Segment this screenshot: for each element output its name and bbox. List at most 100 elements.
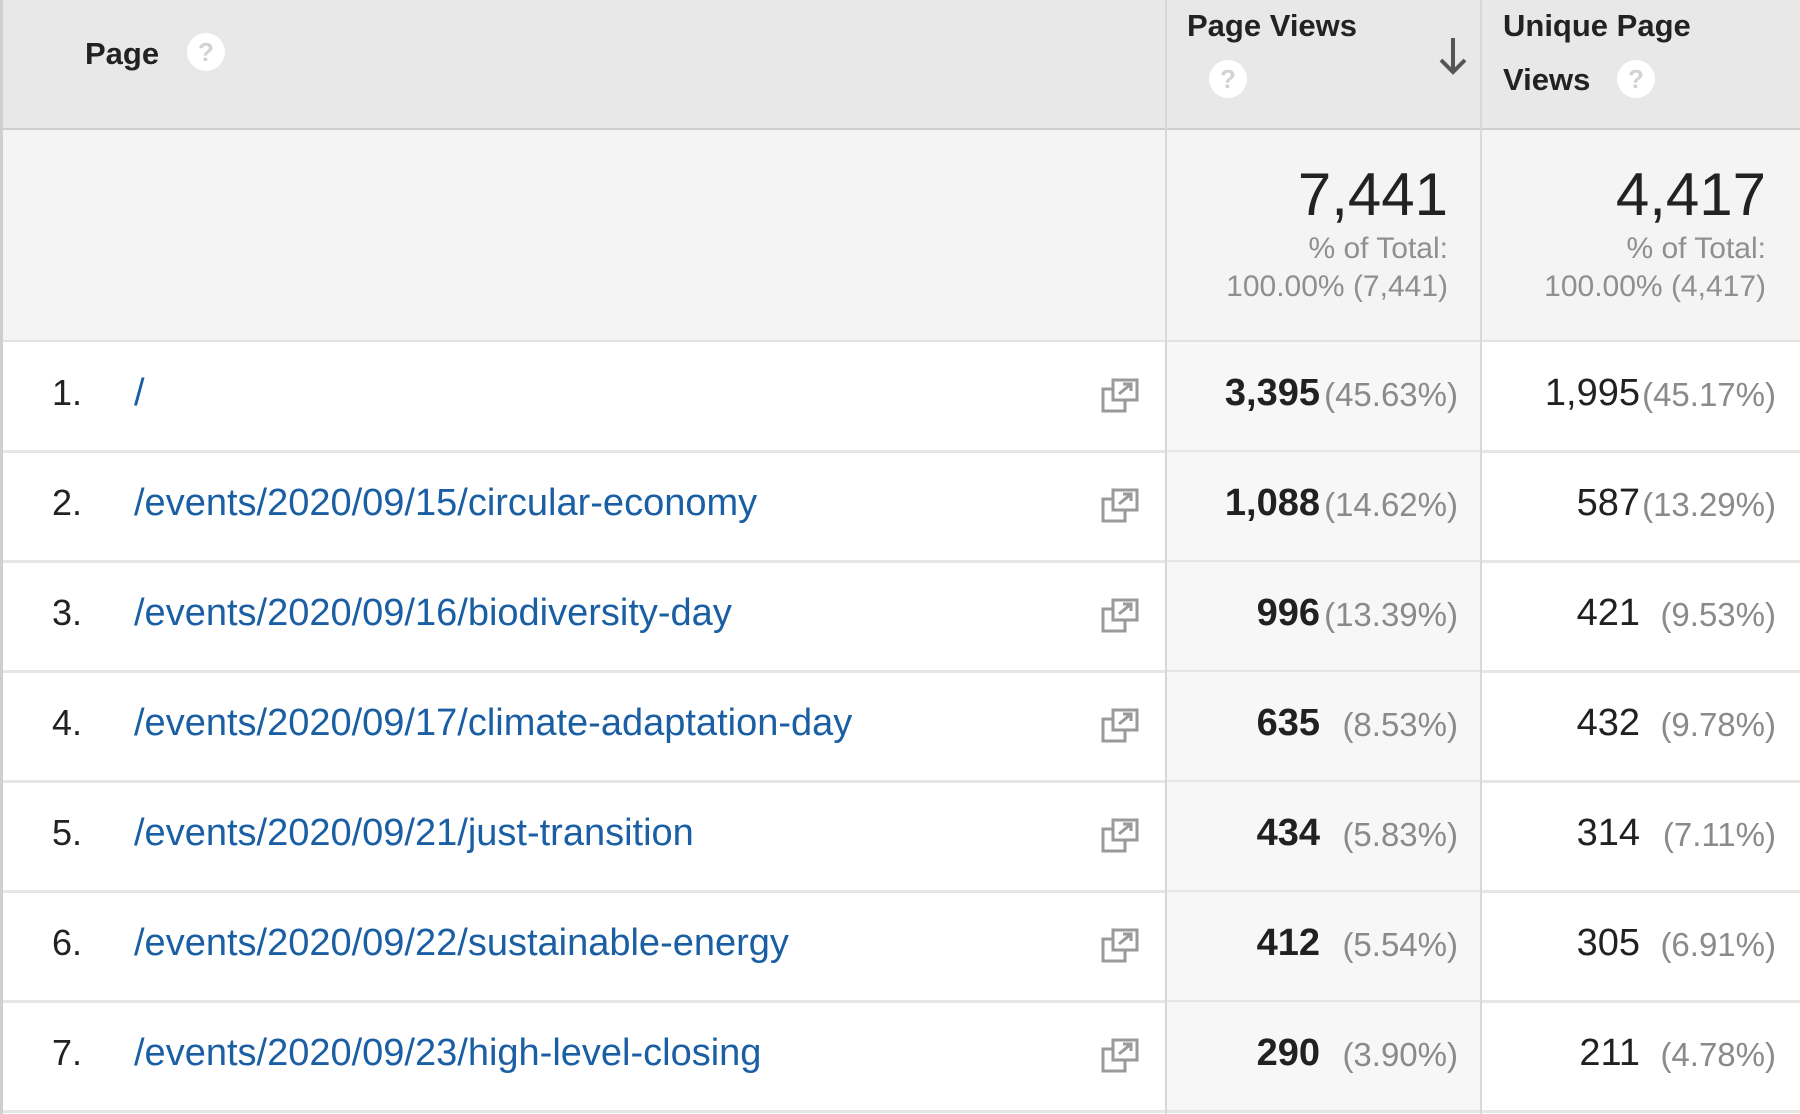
row-number: 3. — [52, 592, 83, 633]
page-cell: 1. / — [0, 342, 1165, 450]
page-link[interactable]: /events/2020/09/21/just-transition — [134, 812, 694, 855]
unique-page-views-cell: 587 (13.29%) — [1481, 452, 1800, 560]
header-unique-page-views-label-line2: Views — [1503, 62, 1591, 97]
page-link[interactable]: /events/2020/09/16/biodiversity-day — [134, 592, 732, 635]
page-views-value: 3,395 — [1224, 372, 1320, 414]
page-views-value: 434 — [1256, 812, 1320, 854]
page-views-value: 290 — [1256, 1032, 1320, 1074]
header-page-label: Page — [85, 36, 160, 71]
table-row: 1. / 3,395 (45.63%) 1,995 (45.17%) — [0, 342, 1800, 453]
unique-page-views-value: 432 — [1576, 702, 1640, 744]
total-unique-page-views-share-value: 100.00% (4,417) — [1544, 270, 1766, 303]
page-link[interactable]: /events/2020/09/15/circular-economy — [134, 482, 757, 525]
page-cell: 7. /events/2020/09/23/high-level-closing — [0, 1002, 1165, 1110]
open-in-new-window-icon[interactable] — [1100, 376, 1140, 416]
row-number: 5. — [52, 812, 83, 853]
total-page-views-share-label: % of Total: — [1308, 232, 1448, 265]
unique-page-views-cell: 421 (9.53%) — [1481, 562, 1800, 670]
page-views-percent: (5.83%) — [1342, 816, 1458, 853]
page-link[interactable]: /events/2020/09/17/climate-adaptation-da… — [134, 702, 852, 745]
unique-page-views-percent: (7.11%) — [1662, 816, 1776, 853]
page-views-cell: 1,088 (14.62%) — [1166, 452, 1480, 560]
unique-page-views-value: 211 — [1579, 1032, 1640, 1074]
unique-page-views-percent: (13.29%) — [1642, 486, 1776, 523]
total-unique-page-views-value: 4,417 — [1615, 161, 1766, 228]
unique-page-views-percent: (4.78%) — [1660, 1036, 1776, 1073]
unique-page-views-percent: (9.78%) — [1660, 706, 1776, 743]
page-views-percent: (13.39%) — [1324, 596, 1458, 633]
page-views-percent: (8.53%) — [1342, 706, 1458, 743]
table-row: 5. /events/2020/09/21/just-transition 43… — [0, 782, 1800, 893]
page-link[interactable]: /events/2020/09/22/sustainable-energy — [134, 922, 789, 965]
page-cell: 4. /events/2020/09/17/climate-adaptation… — [0, 672, 1165, 780]
page-views-value: 996 — [1256, 592, 1320, 634]
open-in-new-window-icon[interactable] — [1100, 926, 1140, 966]
total-unique-page-views-share: % of Total: 100.00% (4,417) — [1544, 230, 1766, 306]
table-left-border — [0, 0, 3, 1114]
page-views-cell: 290 (3.90%) — [1166, 1002, 1480, 1110]
unique-page-views-value: 314 — [1576, 812, 1640, 854]
page-views-cell: 635 (8.53%) — [1166, 672, 1480, 780]
totals-page-cell — [0, 130, 1165, 340]
page-views-percent: (14.62%) — [1324, 486, 1458, 523]
help-icon[interactable]: ? — [1209, 60, 1247, 98]
unique-page-views-percent: (9.53%) — [1660, 596, 1776, 633]
table-row: 3. /events/2020/09/16/biodiversity-day 9… — [0, 562, 1800, 673]
page-views-percent: (45.63%) — [1324, 376, 1458, 413]
totals-unique-page-views: 4,417 % of Total: 100.00% (4,417) — [1481, 130, 1800, 340]
unique-page-views-value: 587 — [1576, 482, 1640, 524]
page-cell: 6. /events/2020/09/22/sustainable-energy — [0, 892, 1165, 1000]
page-views-cell: 434 (5.83%) — [1166, 782, 1480, 890]
table-row: 4. /events/2020/09/17/climate-adaptation… — [0, 672, 1800, 783]
row-number: 2. — [52, 482, 83, 523]
open-in-new-window-icon[interactable] — [1100, 596, 1140, 636]
unique-page-views-percent: (6.91%) — [1660, 926, 1776, 963]
page-views-cell: 412 (5.54%) — [1166, 892, 1480, 1000]
header-page[interactable]: Page ? — [0, 0, 1165, 128]
total-unique-page-views-share-label: % of Total: — [1626, 232, 1766, 265]
page-views-percent: (5.54%) — [1342, 926, 1458, 963]
page-cell: 3. /events/2020/09/16/biodiversity-day — [0, 562, 1165, 670]
unique-page-views-cell: 211 (4.78%) — [1481, 1002, 1800, 1110]
row-number: 1. — [52, 372, 83, 413]
unique-page-views-cell: 314 (7.11%) — [1481, 782, 1800, 890]
total-page-views-value: 7,441 — [1297, 161, 1448, 228]
open-in-new-window-icon[interactable] — [1100, 486, 1140, 526]
unique-page-views-cell: 1,995 (45.17%) — [1481, 342, 1800, 450]
table-row: 7. /events/2020/09/23/high-level-closing… — [0, 1002, 1800, 1113]
help-icon[interactable]: ? — [187, 33, 225, 71]
row-number: 6. — [52, 922, 83, 963]
totals-row: 7,441 % of Total: 100.00% (7,441) 4,417 … — [0, 130, 1800, 342]
unique-page-views-cell: 305 (6.91%) — [1481, 892, 1800, 1000]
totals-page-views: 7,441 % of Total: 100.00% (7,441) — [1166, 130, 1480, 340]
arrow-down-icon[interactable] — [1435, 34, 1471, 78]
page-link[interactable]: / — [134, 372, 145, 415]
header-page-views-label: Page Views — [1187, 8, 1358, 43]
open-in-new-window-icon[interactable] — [1100, 816, 1140, 856]
header-page-views[interactable]: Page Views ? — [1166, 0, 1480, 128]
unique-page-views-value: 1,995 — [1544, 372, 1640, 414]
table-row: 2. /events/2020/09/15/circular-economy 1… — [0, 452, 1800, 563]
help-icon[interactable]: ? — [1617, 60, 1655, 98]
row-number: 4. — [52, 702, 83, 743]
unique-page-views-cell: 432 (9.78%) — [1481, 672, 1800, 780]
column-divider — [1480, 0, 1482, 1114]
header-unique-page-views[interactable]: Unique Page Views ? — [1481, 0, 1800, 128]
total-page-views-share: % of Total: 100.00% (7,441) — [1226, 230, 1448, 306]
analytics-table: Page ? Page Views ? Unique Page Views ? … — [0, 0, 1800, 1114]
page-views-percent: (3.90%) — [1342, 1036, 1458, 1073]
table-header: Page ? Page Views ? Unique Page Views ? — [0, 0, 1800, 130]
unique-page-views-value: 305 — [1576, 922, 1640, 964]
open-in-new-window-icon[interactable] — [1100, 706, 1140, 746]
total-page-views-share-value: 100.00% (7,441) — [1226, 270, 1448, 303]
header-unique-page-views-label-line1: Unique Page — [1503, 8, 1691, 43]
column-divider — [1165, 0, 1167, 1114]
page-views-value: 412 — [1256, 922, 1320, 964]
unique-page-views-value: 421 — [1576, 592, 1640, 634]
page-views-value: 1,088 — [1224, 482, 1320, 524]
page-views-value: 635 — [1256, 702, 1320, 744]
open-in-new-window-icon[interactable] — [1100, 1036, 1140, 1076]
page-views-cell: 996 (13.39%) — [1166, 562, 1480, 670]
page-views-cell: 3,395 (45.63%) — [1166, 342, 1480, 450]
page-link[interactable]: /events/2020/09/23/high-level-closing — [134, 1032, 761, 1075]
